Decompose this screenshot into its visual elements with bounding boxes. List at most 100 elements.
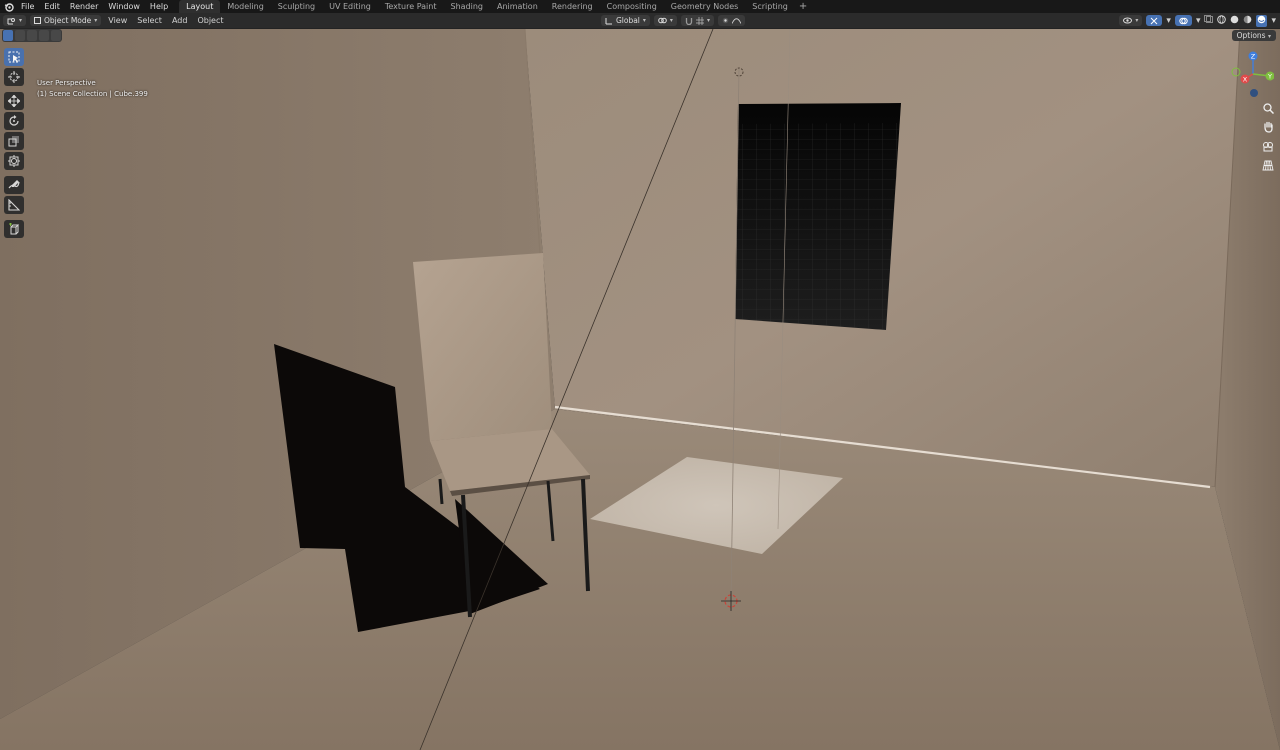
proportional-edit-dropdown[interactable] bbox=[717, 15, 745, 26]
tab-compositing[interactable]: Compositing bbox=[600, 0, 664, 13]
menu-render[interactable]: Render bbox=[65, 0, 103, 13]
select-box-icon bbox=[8, 51, 20, 63]
measure-ruler-icon bbox=[8, 199, 20, 211]
tab-scripting[interactable]: Scripting bbox=[745, 0, 795, 13]
falloff-curve-icon bbox=[731, 18, 741, 24]
scale-icon bbox=[8, 136, 19, 147]
options-label: Options bbox=[1236, 31, 1266, 40]
solid-shading-icon[interactable] bbox=[1230, 15, 1239, 27]
add-cube-icon bbox=[9, 223, 20, 235]
rotate-icon bbox=[9, 115, 19, 126]
cursor-tool[interactable] bbox=[4, 68, 24, 86]
tab-uv-editing[interactable]: UV Editing bbox=[322, 0, 378, 13]
menu-select[interactable]: Select bbox=[132, 13, 167, 28]
menu-help[interactable]: Help bbox=[145, 0, 173, 13]
viewport-editor-icon bbox=[7, 17, 15, 24]
add-workspace-button[interactable]: + bbox=[795, 0, 811, 13]
rendered-shading-icon[interactable] bbox=[1256, 14, 1268, 27]
select-new-icon[interactable] bbox=[3, 30, 13, 41]
measure-tool[interactable] bbox=[4, 196, 24, 214]
cursor-icon bbox=[8, 71, 20, 83]
chevron-down-icon: ▾ bbox=[94, 17, 98, 24]
material-shading-icon[interactable] bbox=[1243, 15, 1252, 27]
transform-orientation-dropdown[interactable]: Global ▾ bbox=[600, 15, 650, 26]
scale-tool[interactable] bbox=[4, 132, 24, 150]
snap-grid-icon bbox=[695, 16, 704, 25]
tab-layout[interactable]: Layout bbox=[179, 0, 221, 13]
chevron-down-icon: ▾ bbox=[1135, 17, 1139, 24]
tab-shading[interactable]: Shading bbox=[443, 0, 490, 13]
xray-toggle-icon[interactable] bbox=[1204, 15, 1214, 26]
editor-type-dropdown[interactable]: ▾ bbox=[3, 15, 27, 26]
rotate-tool[interactable] bbox=[4, 112, 24, 130]
select-box-tool[interactable] bbox=[4, 48, 24, 66]
wireframe-shading-icon[interactable] bbox=[1217, 14, 1227, 27]
menu-view[interactable]: View bbox=[103, 13, 132, 28]
chevron-down-icon: ▾ bbox=[1267, 33, 1271, 40]
select-subtract-icon[interactable] bbox=[27, 30, 37, 41]
chevron-down-icon: ▾ bbox=[669, 17, 673, 24]
menu-object[interactable]: Object bbox=[192, 13, 228, 28]
camera-view-icon[interactable] bbox=[1260, 138, 1276, 154]
options-dropdown[interactable]: Options ▾ bbox=[1231, 30, 1276, 41]
overlays-toggle[interactable] bbox=[1174, 15, 1192, 26]
tab-texture-paint[interactable]: Texture Paint bbox=[378, 0, 444, 13]
navigation-tools bbox=[1260, 100, 1278, 176]
x-axis-label: X bbox=[1243, 76, 1248, 84]
menu-add[interactable]: Add bbox=[167, 13, 193, 28]
menu-edit[interactable]: Edit bbox=[39, 0, 65, 13]
select-extend-icon[interactable] bbox=[15, 30, 25, 41]
annotate-tool[interactable] bbox=[4, 176, 24, 194]
visibility-dropdown[interactable]: ▾ bbox=[1119, 15, 1143, 26]
perspective-grid-icon[interactable] bbox=[1260, 157, 1276, 173]
eye-icon bbox=[1123, 17, 1133, 24]
mode-dropdown[interactable]: Object Mode ▾ bbox=[30, 15, 102, 26]
annotate-pen-icon bbox=[8, 180, 20, 189]
tab-modeling[interactable]: Modeling bbox=[220, 0, 270, 13]
tab-sculpting[interactable]: Sculpting bbox=[271, 0, 322, 13]
menu-window[interactable]: Window bbox=[103, 0, 145, 13]
orientation-label: Global bbox=[615, 16, 640, 25]
add-cube-tool[interactable] bbox=[4, 220, 24, 238]
z-axis-label: Z bbox=[1251, 53, 1256, 61]
y-axis-label: Y bbox=[1267, 73, 1272, 81]
3d-viewport[interactable]: User Perspective (1) Scene Collection | … bbox=[0, 29, 1280, 750]
gizmo-chevron-icon[interactable]: ▾ bbox=[1166, 16, 1171, 26]
orientation-axes-icon bbox=[605, 17, 612, 24]
menu-file[interactable]: File bbox=[16, 0, 39, 13]
viewport-header: ▾ Object Mode ▾ View Select Add Object G… bbox=[0, 13, 1280, 29]
tab-rendering[interactable]: Rendering bbox=[545, 0, 600, 13]
tab-geometry-nodes[interactable]: Geometry Nodes bbox=[664, 0, 745, 13]
top-menu-bar: File Edit Render Window Help Layout Mode… bbox=[0, 0, 1280, 13]
select-invert-icon[interactable] bbox=[39, 30, 49, 41]
view-name: User Perspective bbox=[37, 79, 96, 87]
blender-logo-icon[interactable] bbox=[2, 0, 16, 13]
proportional-dot-icon bbox=[722, 17, 729, 24]
navigation-gizmo[interactable]: Z X Y bbox=[1230, 48, 1275, 100]
shading-chevron-icon[interactable]: ▾ bbox=[1271, 16, 1276, 26]
magnet-icon bbox=[685, 17, 693, 25]
zoom-icon[interactable] bbox=[1260, 100, 1276, 116]
chevron-down-icon: ▾ bbox=[706, 17, 710, 24]
gizmo-toggle[interactable] bbox=[1146, 15, 1163, 26]
pan-hand-icon[interactable] bbox=[1260, 119, 1276, 135]
transform-tool[interactable] bbox=[4, 152, 24, 170]
overlays-chevron-icon[interactable]: ▾ bbox=[1196, 16, 1201, 26]
scene-render[interactable] bbox=[0, 29, 1280, 750]
collection-info: (1) Scene Collection | Cube.399 bbox=[37, 90, 148, 98]
tab-animation[interactable]: Animation bbox=[490, 0, 545, 13]
select-intersect-icon[interactable] bbox=[51, 30, 61, 41]
chevron-down-icon: ▾ bbox=[642, 17, 646, 24]
gizmo-icon bbox=[1151, 17, 1158, 24]
mode-label: Object Mode bbox=[44, 16, 92, 25]
move-tool[interactable] bbox=[4, 92, 24, 110]
viewport-info: User Perspective (1) Scene Collection | … bbox=[37, 78, 148, 100]
select-mode-buttons bbox=[2, 29, 62, 42]
pivot-point-dropdown[interactable]: ▾ bbox=[653, 15, 677, 26]
object-mode-icon bbox=[34, 17, 42, 24]
snapping-dropdown[interactable]: ▾ bbox=[680, 15, 714, 26]
tool-shelf bbox=[4, 48, 26, 240]
transform-icon bbox=[8, 155, 20, 167]
pivot-link-icon bbox=[658, 17, 667, 24]
overlays-icon bbox=[1179, 17, 1188, 24]
